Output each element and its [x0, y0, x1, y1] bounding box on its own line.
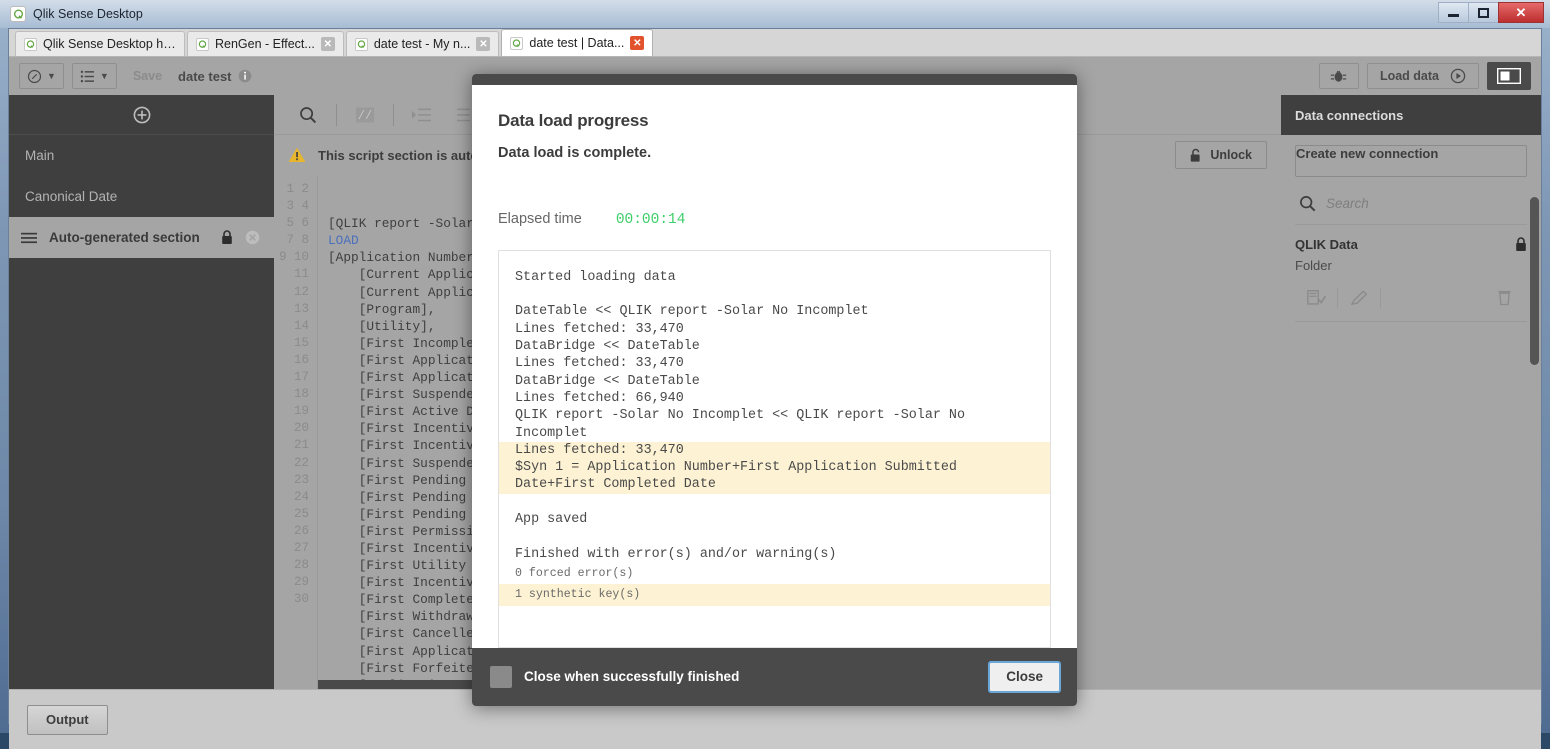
- log-line: 1 synthetic key(s): [499, 584, 1050, 606]
- log-line: Finished with error(s) and/or warning(s): [515, 546, 837, 562]
- log-line: DataBridge << DateTable: [515, 373, 700, 389]
- log-line: DataBridge << DateTable: [515, 339, 700, 355]
- log-line: Lines fetched: 66,940: [515, 390, 684, 406]
- dialog-subtitle: Data load is complete.: [498, 144, 652, 161]
- log-line: QLIK report -Solar No Incomplet << QLIK …: [515, 408, 974, 441]
- elapsed-time-label: Elapsed time: [498, 210, 582, 227]
- close-when-finished-checkbox[interactable]: Close when successfully finished: [490, 665, 740, 688]
- log-line: Started loading data: [515, 269, 676, 285]
- data-load-progress-dialog: Data load progress Data load is complete…: [472, 74, 1077, 706]
- close-dialog-button[interactable]: Close: [988, 660, 1061, 693]
- dialog-body: Data load progress Data load is complete…: [472, 85, 1077, 648]
- dialog-footer: Close when successfully finished Close: [472, 647, 1077, 706]
- dialog-title: Data load progress: [498, 110, 649, 130]
- elapsed-time-row: Elapsed time 00:00:14: [498, 211, 1051, 228]
- log-line: App saved: [515, 512, 588, 528]
- log-line: $Syn 1 = Application Number+First Applic…: [499, 459, 1050, 494]
- elapsed-time-value: 00:00:14: [615, 211, 686, 228]
- dialog-titlebar: [472, 74, 1077, 85]
- log-line: Lines fetched: 33,470: [515, 321, 684, 337]
- close-button-label: Close: [1006, 669, 1043, 685]
- log-line: 0 forced error(s): [515, 566, 634, 580]
- checkbox-box[interactable]: [490, 665, 512, 688]
- desktop-window: Qlik Sense Desktop ✕ Qlik Sense Desktop …: [0, 0, 1550, 749]
- log-line: Lines fetched: 33,470: [499, 441, 1050, 460]
- log-line: DateTable << QLIK report -Solar No Incom…: [515, 304, 869, 320]
- log-line: Lines fetched: 33,470: [515, 356, 684, 372]
- checkbox-label: Close when successfully finished: [524, 669, 740, 685]
- load-log-box[interactable]: Started loading data DateTable << QLIK r…: [498, 249, 1051, 648]
